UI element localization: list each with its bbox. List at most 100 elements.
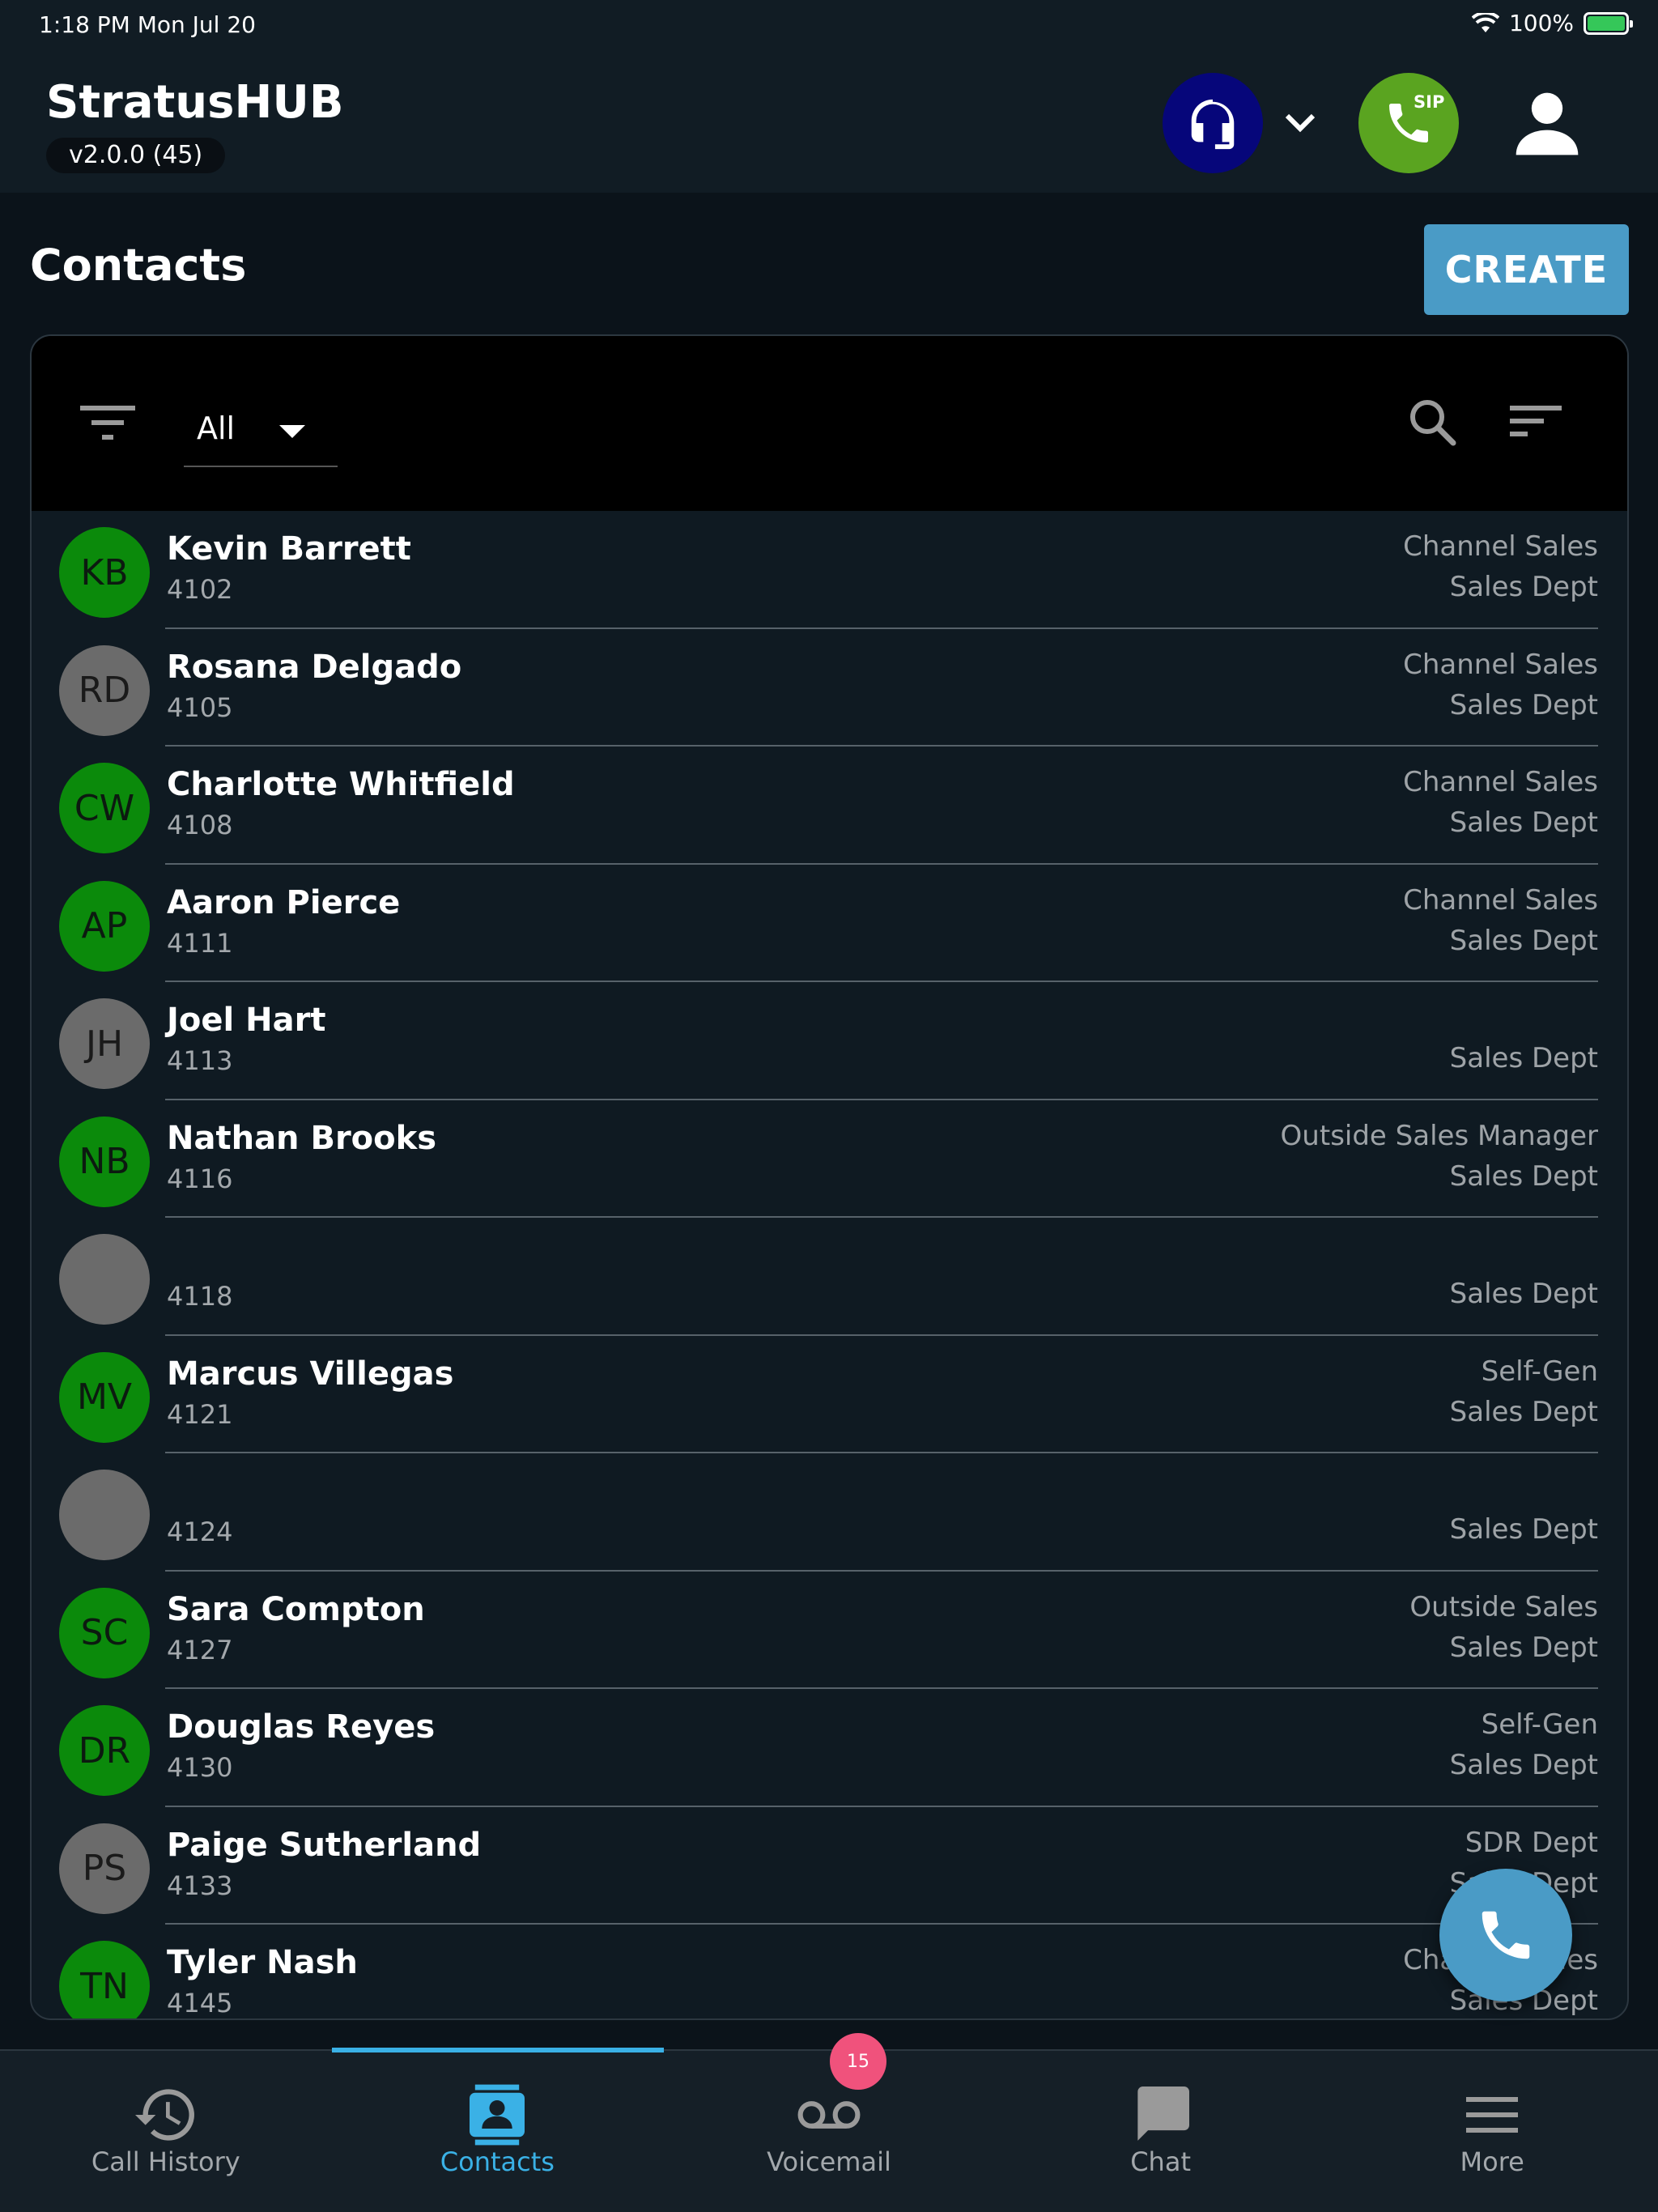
filter-icon[interactable]	[80, 401, 135, 446]
dial-fab-button[interactable]	[1439, 1869, 1572, 2001]
battery-percent: 100%	[1508, 10, 1574, 36]
contact-extension: 4145	[167, 1988, 233, 2018]
voicemail-count-badge: 15	[830, 2033, 886, 2090]
contact-department: Sales Dept	[1449, 924, 1598, 957]
contact-extension: 4121	[167, 1398, 233, 1430]
contact-row[interactable]: AP Aaron Pierce 4111 Channel Sales Sales…	[32, 865, 1627, 982]
contact-name: Aaron Pierce	[167, 883, 401, 921]
avatar: CW	[59, 763, 150, 853]
tab-voicemail[interactable]: Voicemail	[663, 2051, 995, 2212]
contact-role: SDR Dept	[1465, 1826, 1598, 1859]
bottom-tab-bar: Call History Contacts Voicemail Chat Mor…	[0, 2049, 1658, 2212]
tab-label: Call History	[91, 2146, 240, 2177]
create-contact-button[interactable]: CREATE	[1424, 224, 1629, 315]
contact-name: Paige Sutherland	[167, 1826, 482, 1864]
user-profile-button[interactable]	[1503, 79, 1592, 168]
contacts-icon	[465, 2084, 529, 2146]
avatar: AP	[59, 880, 150, 972]
contact-row[interactable]: RD Rosana Delgado 4105 Channel Sales Sal…	[32, 629, 1627, 747]
avatar: RD	[59, 644, 150, 736]
contact-role: Self-Gen	[1481, 1355, 1598, 1388]
avatar	[59, 1470, 150, 1560]
contact-extension: 4133	[167, 1870, 233, 1901]
contact-name: Tyler Nash	[167, 1944, 358, 1981]
avatar: DR	[59, 1705, 150, 1796]
filter-value: All	[197, 410, 236, 446]
avatar: KB	[59, 527, 150, 618]
agent-status-button[interactable]	[1163, 73, 1263, 173]
contact-department: Sales Dept	[1449, 806, 1598, 839]
tab-call-history[interactable]: Call History	[0, 2051, 332, 2212]
filter-dropdown[interactable]: All	[184, 389, 338, 467]
menu-icon	[1460, 2087, 1524, 2143]
contact-row[interactable]: JH Joel Hart 4113 Sales Dept	[32, 982, 1627, 1100]
contact-extension: 4111	[167, 927, 233, 959]
contact-department: Sales Dept	[1449, 1042, 1598, 1074]
contact-department: Sales Dept	[1449, 688, 1598, 721]
contact-row[interactable]: 4118 Sales Dept	[32, 1218, 1627, 1336]
battery-icon	[1584, 11, 1633, 35]
contact-row[interactable]: NB Nathan Brooks 4116 Outside Sales Mana…	[32, 1100, 1627, 1218]
contact-extension: 4130	[167, 1752, 233, 1783]
chat-icon	[1129, 2087, 1193, 2143]
app-title: StratusHUB	[46, 76, 344, 129]
contacts-list: KB Kevin Barrett 4102 Channel Sales Sale…	[32, 511, 1627, 2018]
contact-extension: 4127	[167, 1634, 233, 1665]
sort-icon[interactable]	[1510, 401, 1562, 443]
contact-row[interactable]: PS Paige Sutherland 4133 SDR Dept Sales …	[32, 1807, 1627, 1925]
tab-more[interactable]: More	[1326, 2051, 1658, 2212]
contact-row[interactable]: MV Marcus Villegas 4121 Self-Gen Sales D…	[32, 1336, 1627, 1453]
contact-row[interactable]: DR Douglas Reyes 4130 Self-Gen Sales Dep…	[32, 1689, 1627, 1807]
phone-icon	[1482, 1911, 1530, 1959]
contact-department: Sales Dept	[1449, 1159, 1598, 1193]
contact-name: Kevin Barrett	[167, 530, 411, 568]
avatar: NB	[59, 1116, 150, 1207]
sip-label: SIP	[1414, 92, 1445, 112]
contact-role: Outside Sales	[1409, 1590, 1598, 1623]
contact-department: Sales Dept	[1449, 1395, 1598, 1428]
contact-extension: 4124	[167, 1516, 233, 1547]
wifi-icon	[1471, 12, 1499, 32]
search-icon[interactable]	[1406, 396, 1458, 448]
chevron-down-icon[interactable]	[1282, 105, 1318, 141]
battery-level	[1588, 15, 1625, 31]
contact-role: Channel Sales	[1403, 530, 1598, 563]
contact-row[interactable]: TN Tyler Nash 4145 Channel Sales Sales D…	[32, 1925, 1627, 2018]
voicemail-icon	[797, 2087, 861, 2143]
avatar	[59, 1234, 150, 1325]
tab-contacts[interactable]: Contacts	[332, 2051, 664, 2212]
history-icon	[134, 2087, 198, 2143]
avatar: PS	[59, 1823, 150, 1914]
contact-row[interactable]: KB Kevin Barrett 4102 Channel Sales Sale…	[32, 511, 1627, 629]
active-tab-indicator	[332, 2048, 664, 2052]
tab-label: Chat	[1130, 2146, 1191, 2177]
contact-name: Rosana Delgado	[167, 648, 462, 686]
version-badge: v2.0.0 (45)	[46, 138, 226, 173]
contact-name: Marcus Villegas	[167, 1355, 454, 1393]
contacts-card: All KB Kevin Barrett 4102 Channel Sales …	[30, 334, 1629, 2020]
contact-extension: 4118	[167, 1281, 233, 1312]
contact-extension: 4113	[167, 1045, 233, 1076]
contacts-toolbar: All	[32, 336, 1627, 511]
contact-name: Charlotte Whitfield	[167, 766, 515, 803]
contact-role: Channel Sales	[1403, 648, 1598, 681]
contact-role: Outside Sales Manager	[1280, 1119, 1598, 1152]
tab-label: More	[1460, 2146, 1524, 2177]
contact-role: Channel Sales	[1403, 883, 1598, 917]
contact-role: Channel Sales	[1403, 766, 1598, 798]
contact-row[interactable]: SC Sara Compton 4127 Outside Sales Sales…	[32, 1572, 1627, 1689]
tab-label: Voicemail	[767, 2146, 891, 2177]
contact-name: Joel Hart	[167, 1002, 326, 1039]
sip-phone-button[interactable]: SIP	[1358, 73, 1459, 173]
contact-extension: 4102	[167, 574, 233, 605]
contact-row[interactable]: CW Charlotte Whitfield 4108 Channel Sale…	[32, 747, 1627, 865]
tab-label: Contacts	[440, 2146, 555, 2177]
avatar: SC	[59, 1587, 150, 1678]
contact-row[interactable]: 4124 Sales Dept	[32, 1453, 1627, 1572]
avatar: JH	[59, 998, 150, 1089]
caret-down-icon	[279, 425, 305, 438]
tab-chat[interactable]: Chat	[995, 2051, 1327, 2212]
status-time: 1:18 PM Mon Jul 20	[39, 11, 256, 38]
page-title: Contacts	[30, 240, 247, 291]
user-icon	[1516, 92, 1579, 155]
